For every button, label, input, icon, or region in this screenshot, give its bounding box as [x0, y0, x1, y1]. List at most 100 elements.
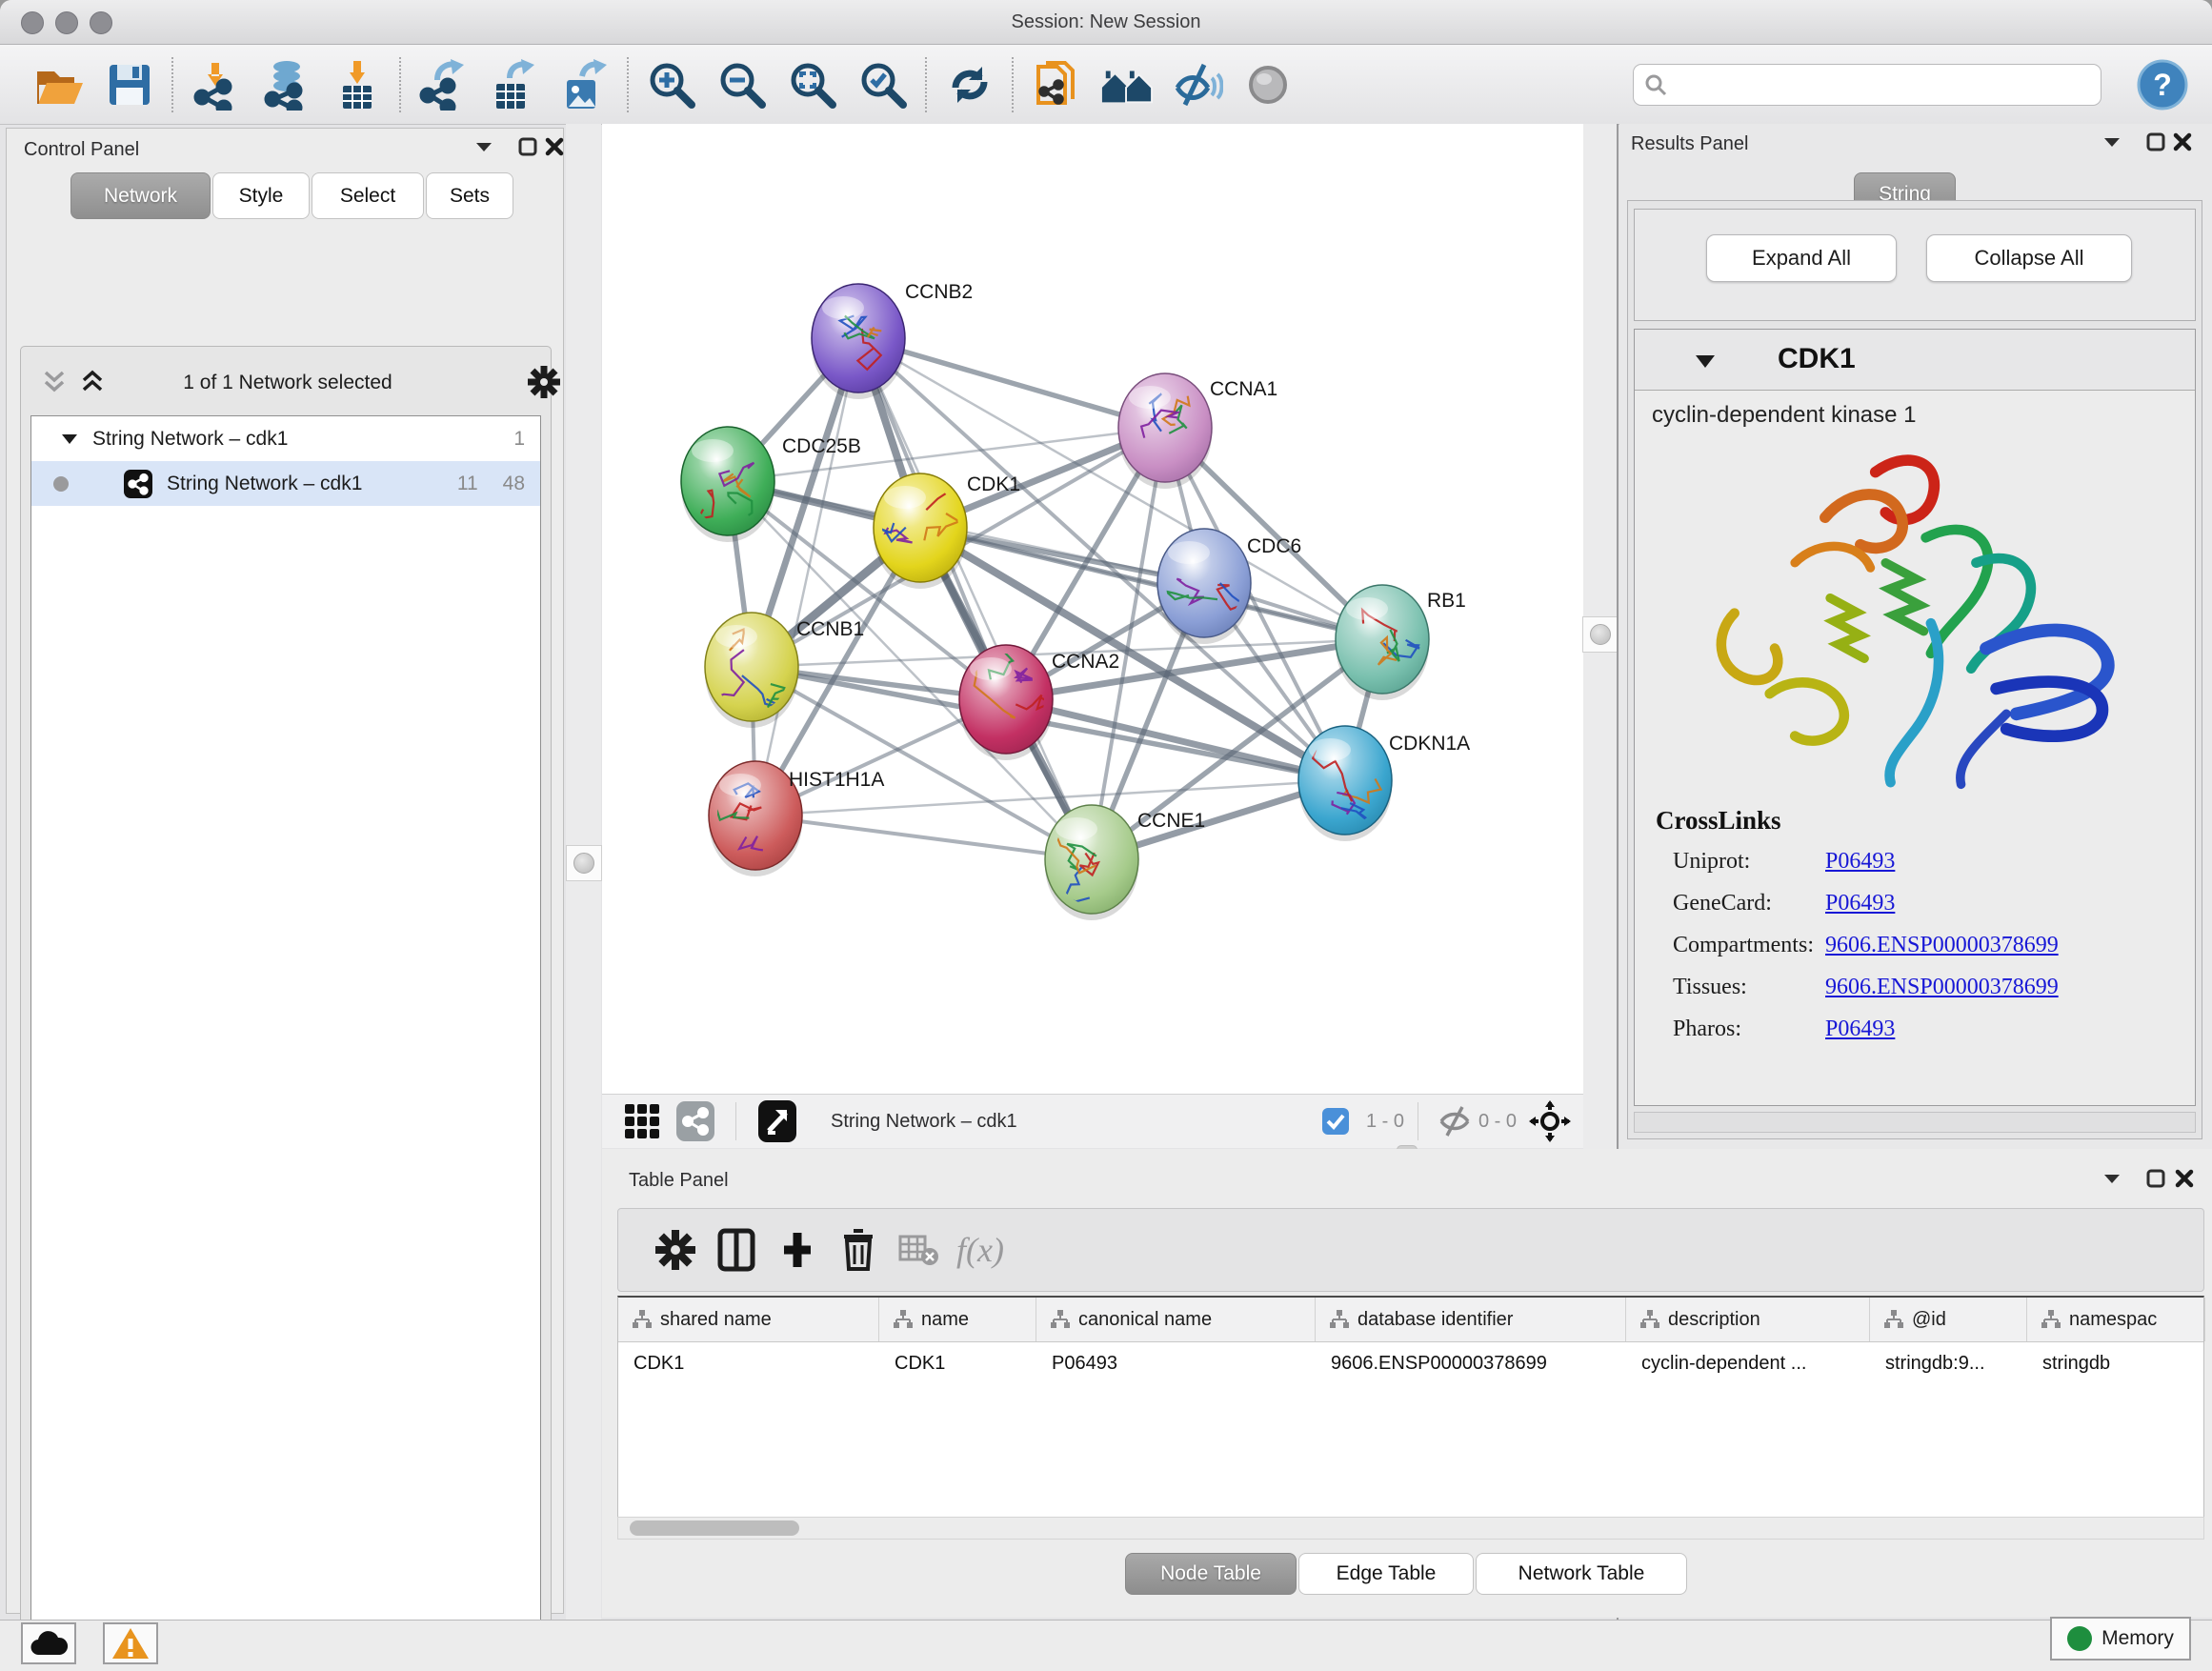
export-table-icon[interactable]	[488, 57, 541, 112]
zoom-out-icon[interactable]	[715, 57, 769, 112]
import-network-database-icon[interactable]	[260, 57, 313, 112]
network-view-title: String Network – cdk1	[831, 1111, 1017, 1133]
column-header[interactable]: database identifier	[1316, 1298, 1626, 1341]
network-node[interactable]: CDKN1A	[1298, 726, 1470, 841]
left-splitter-handle[interactable]	[566, 845, 602, 881]
column-header[interactable]: description	[1626, 1298, 1870, 1341]
collection-expand-icon[interactable]	[60, 430, 79, 449]
crosslink-link[interactable]: P06493	[1825, 891, 1895, 916]
tab-network[interactable]: Network	[70, 172, 211, 219]
tab-sets[interactable]: Sets	[426, 172, 513, 219]
network-node[interactable]: CDC6	[1157, 529, 1301, 644]
crosslink-link[interactable]: 9606.ENSP00000378699	[1825, 975, 2059, 1000]
tab-select[interactable]: Select	[312, 172, 424, 219]
network-node[interactable]: CCNE1	[1045, 805, 1205, 920]
tab-network-table[interactable]: Network Table	[1476, 1553, 1687, 1595]
table-cell[interactable]: CDK1	[879, 1342, 1036, 1384]
memory-button[interactable]: Memory	[2050, 1617, 2191, 1661]
expand-all-button[interactable]: Expand All	[1706, 234, 1897, 282]
table-hscroll-thumb[interactable]	[630, 1520, 799, 1536]
warning-status-button[interactable]	[103, 1622, 158, 1664]
results-panel-close-icon[interactable]	[2172, 131, 2193, 152]
network-row[interactable]: String Network – cdk1 11 48	[31, 461, 540, 506]
save-session-icon[interactable]	[103, 57, 156, 112]
tab-style[interactable]: Style	[212, 172, 310, 219]
network-node[interactable]: CDK1	[874, 447, 1020, 589]
table-cell[interactable]: cyclin-dependent ...	[1626, 1342, 1870, 1384]
network-node[interactable]: CCNA1	[1118, 373, 1277, 489]
table-panel-collapse-icon[interactable]	[2101, 1168, 2122, 1189]
string-home-icon[interactable]	[1100, 57, 1154, 112]
crosslink-link[interactable]: 9606.ENSP00000378699	[1825, 933, 2059, 958]
network-edge[interactable]	[858, 338, 1092, 859]
table-cell[interactable]: stringdb	[2027, 1342, 2205, 1384]
import-network-file-icon[interactable]	[190, 57, 243, 112]
cloud-status-button[interactable]	[21, 1622, 76, 1664]
collapse-all-networks-icon[interactable]	[80, 370, 105, 394]
table-panel-close-icon[interactable]	[2174, 1168, 2195, 1189]
expand-all-networks-icon[interactable]	[42, 370, 67, 394]
clone-network-icon[interactable]	[1030, 57, 1083, 112]
zoom-fit-icon[interactable]	[786, 57, 839, 112]
crosslink-row: Pharos:P06493	[1656, 1017, 2189, 1042]
crosslink-link[interactable]: P06493	[1825, 1017, 1895, 1042]
table-cell[interactable]: stringdb:9...	[1870, 1342, 2027, 1384]
right-splitter-handle[interactable]	[1582, 616, 1619, 653]
node-entry-header[interactable]: CDK1	[1635, 330, 2195, 391]
tab-edge-table[interactable]: Edge Table	[1298, 1553, 1474, 1595]
column-header-label: shared name	[660, 1309, 772, 1331]
hidden-eye-slash-icon[interactable]	[1433, 1093, 1478, 1150]
birds-eye-view-icon[interactable]	[615, 1093, 669, 1150]
column-header[interactable]: name	[879, 1298, 1036, 1341]
network-canvas[interactable]: CCNB2CCNA1CDC25BCDK1CDC6RB1CCNB1CCNA2CDK…	[602, 124, 1583, 1094]
search-box[interactable]	[1633, 64, 2101, 106]
hidden-counts: 0 - 0	[1478, 1111, 1517, 1133]
add-column-icon[interactable]	[767, 1221, 828, 1278]
results-panel-float-icon[interactable]	[2145, 131, 2166, 152]
import-table-icon[interactable]	[331, 57, 384, 112]
column-header[interactable]: namespac	[2027, 1298, 2205, 1341]
delete-column-icon[interactable]	[828, 1221, 889, 1278]
column-header[interactable]: canonical name	[1036, 1298, 1316, 1341]
selected-checkbox-icon[interactable]	[1305, 1093, 1366, 1150]
column-header[interactable]: @id	[1870, 1298, 2027, 1341]
crosslink-link[interactable]: P06493	[1825, 849, 1895, 875]
table-cell[interactable]: 9606.ENSP00000378699	[1316, 1342, 1626, 1384]
table-row[interactable]: CDK1CDK1P064939606.ENSP00000378699cyclin…	[618, 1342, 2203, 1384]
network-node[interactable]: HIST1H1A	[708, 761, 885, 876]
hide-unhide-icon[interactable]	[1171, 57, 1224, 112]
network-node[interactable]: RB1	[1336, 585, 1466, 700]
network-edge[interactable]	[755, 815, 1092, 859]
tab-node-table[interactable]: Node Table	[1125, 1553, 1297, 1595]
table-cell[interactable]: P06493	[1036, 1342, 1316, 1384]
open-session-icon[interactable]	[32, 57, 86, 112]
network-collection-row[interactable]: String Network – cdk1 1	[31, 416, 540, 461]
entry-collapse-icon[interactable]	[1694, 351, 1717, 372]
control-panel-close-icon[interactable]	[544, 136, 565, 157]
table-cell[interactable]: CDK1	[618, 1342, 879, 1384]
table-panel-float-icon[interactable]	[2145, 1168, 2166, 1189]
refresh-icon[interactable]	[943, 57, 996, 112]
zoom-selected-icon[interactable]	[856, 57, 910, 112]
table-settings-gear-icon[interactable]	[645, 1221, 706, 1278]
help-icon[interactable]: ?	[2136, 57, 2189, 112]
export-image-icon[interactable]	[558, 57, 612, 112]
network-edge[interactable]	[755, 338, 858, 815]
search-input[interactable]	[1668, 72, 2091, 96]
show-columns-icon[interactable]	[706, 1221, 767, 1278]
results-panel-collapse-icon[interactable]	[2101, 131, 2122, 152]
network-options-gear-icon[interactable]	[528, 366, 560, 398]
export-network-icon[interactable]	[417, 57, 471, 112]
column-header[interactable]: shared name	[618, 1298, 879, 1341]
zoom-in-icon[interactable]	[645, 57, 698, 112]
table-header-row: shared name namecanonical namedatabase id…	[618, 1298, 2203, 1342]
control-panel-collapse-icon[interactable]	[473, 136, 494, 157]
collapse-all-button[interactable]: Collapse All	[1926, 234, 2132, 282]
network-node[interactable]: CCNB2	[812, 281, 973, 399]
network-node[interactable]: CCNA2	[959, 638, 1119, 760]
export-view-icon[interactable]	[751, 1093, 804, 1150]
control-panel-float-icon[interactable]	[517, 136, 538, 157]
table-hscrollbar[interactable]	[617, 1517, 2204, 1540]
pan-crosshair-icon[interactable]	[1517, 1093, 1583, 1150]
results-scrollbar[interactable]	[1634, 1112, 2196, 1133]
